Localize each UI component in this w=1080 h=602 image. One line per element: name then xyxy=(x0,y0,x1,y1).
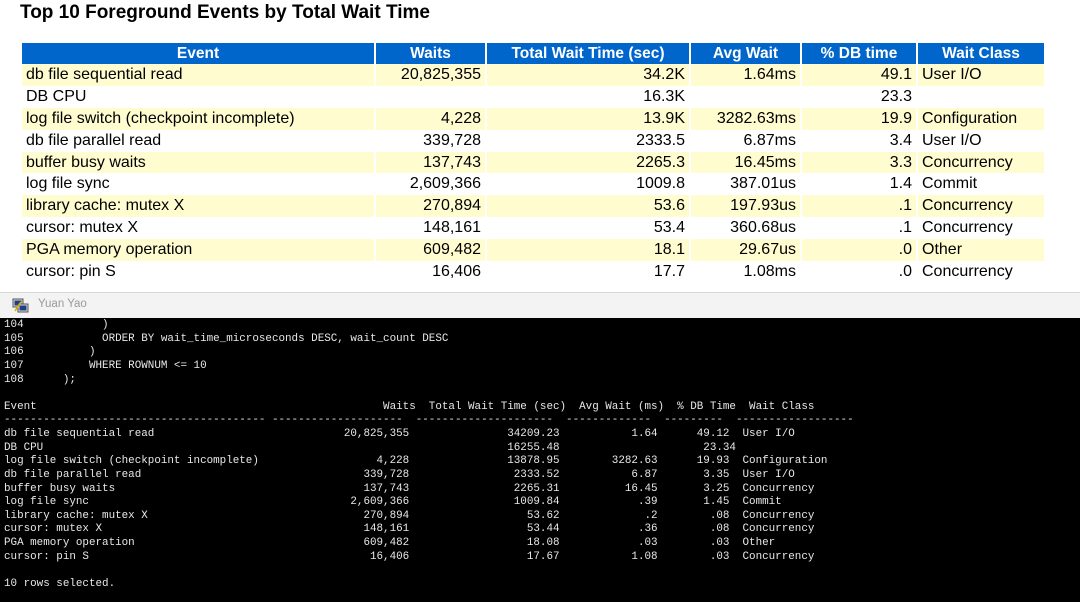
avg-wait-cell: 29.67us xyxy=(691,239,800,262)
putty-terminal-icon xyxy=(12,298,30,314)
event-cell: log file switch (checkpoint incomplete) xyxy=(22,107,374,130)
pct-db-time-cell: 19.9 xyxy=(802,107,916,130)
event-cell: db file sequential read xyxy=(22,64,374,86)
table-row: log file sync 2,609,366 1009.8 387.01us 1.4 C… xyxy=(22,173,1044,196)
event-cell: cursor: pin S xyxy=(22,261,374,283)
wait-class-cell: Concurrency xyxy=(918,151,1044,174)
event-cell: buffer busy waits xyxy=(22,151,374,174)
wait-class-cell: Concurrency xyxy=(918,195,1044,218)
table-row: db file parallel read 339,728 2333.5 6.87ms… xyxy=(22,129,1044,152)
pct-db-time-cell: .0 xyxy=(802,239,916,262)
total-wait-time-cell: 53.4 xyxy=(487,217,689,240)
awr-report-section: Top 10 Foreground Events by Total Wait T… xyxy=(0,0,1080,292)
table-row: buffer busy waits 137,743 2265.3 16.45ms 3.3… xyxy=(22,151,1044,174)
wait-class-cell: Configuration xyxy=(918,107,1044,130)
waits-cell xyxy=(376,85,485,108)
table-row: DB CPU 16.3K 23.3 xyxy=(22,85,1044,108)
avg-wait-cell: 387.01us xyxy=(691,173,800,196)
pct-db-time-cell: .0 xyxy=(802,261,916,283)
waits-cell: 4,228 xyxy=(376,107,485,130)
column-header-wait-class[interactable]: Wait Class xyxy=(918,43,1044,64)
waits-cell: 270,894 xyxy=(376,195,485,218)
waits-cell: 148,161 xyxy=(376,217,485,240)
sqlplus-output-text: 104 ) 105 ORDER BY wait_time_microsecond… xyxy=(4,319,854,590)
event-cell: db file parallel read xyxy=(22,129,374,152)
avg-wait-cell: 1.64ms xyxy=(691,64,800,86)
table-row: cursor: mutex X 148,161 53.4 360.68us .1 Conc… xyxy=(22,217,1044,240)
avg-wait-cell: 1.08ms xyxy=(691,261,800,283)
waits-cell: 20,825,355 xyxy=(376,64,485,86)
pct-db-time-cell: 3.3 xyxy=(802,151,916,174)
waits-cell: 16,406 xyxy=(376,261,485,283)
pct-db-time-cell: 23.3 xyxy=(802,85,916,108)
wait-class-cell xyxy=(918,85,1044,108)
pct-db-time-cell: 1.4 xyxy=(802,173,916,196)
total-wait-time-cell: 34.2K xyxy=(487,64,689,86)
terminal-window-title: Yuan Yao xyxy=(38,298,87,310)
wait-class-cell: Other xyxy=(918,239,1044,262)
avg-wait-cell: 16.45ms xyxy=(691,151,800,174)
event-cell: PGA memory operation xyxy=(22,239,374,262)
event-cell: DB CPU xyxy=(22,85,374,108)
waits-cell: 2,609,366 xyxy=(376,173,485,196)
top-events-table: Event Waits Total Wait Time (sec) Avg Wa… xyxy=(20,43,1046,283)
pct-db-time-cell: 3.4 xyxy=(802,129,916,152)
event-cell: cursor: mutex X xyxy=(22,217,374,240)
wait-class-cell: User I/O xyxy=(918,64,1044,86)
wait-class-cell: Commit xyxy=(918,173,1044,196)
event-cell: log file sync xyxy=(22,173,374,196)
table-row: PGA memory operation 609,482 18.1 29.67us .0… xyxy=(22,239,1044,262)
waits-cell: 609,482 xyxy=(376,239,485,262)
terminal-output[interactable]: 104 ) 105 ORDER BY wait_time_microsecond… xyxy=(0,318,1080,602)
avg-wait-cell: 3282.63ms xyxy=(691,107,800,130)
column-header-event[interactable]: Event xyxy=(22,43,374,64)
total-wait-time-cell: 16.3K xyxy=(487,85,689,108)
wait-class-cell: Concurrency xyxy=(918,261,1044,283)
waits-cell: 137,743 xyxy=(376,151,485,174)
table-row: library cache: mutex X 270,894 53.6 197.93u… xyxy=(22,195,1044,218)
terminal-titlebar[interactable]: Yuan Yao xyxy=(0,292,1080,318)
total-wait-time-cell: 13.9K xyxy=(487,107,689,130)
report-title: Top 10 Foreground Events by Total Wait T… xyxy=(20,2,430,23)
pct-db-time-cell: .1 xyxy=(802,217,916,240)
avg-wait-cell: 197.93us xyxy=(691,195,800,218)
table-body: db file sequential read 20,825,355 34.2K 1.… xyxy=(22,64,1044,283)
total-wait-time-cell: 53.6 xyxy=(487,195,689,218)
column-header-pct-db-time[interactable]: % DB time xyxy=(802,43,916,64)
total-wait-time-cell: 2265.3 xyxy=(487,151,689,174)
column-header-avg-wait[interactable]: Avg Wait xyxy=(691,43,800,64)
table-row: cursor: pin S 16,406 17.7 1.08ms .0 Concurren… xyxy=(22,261,1044,283)
table-header-row: Event Waits Total Wait Time (sec) Avg Wa… xyxy=(22,43,1044,64)
wait-class-cell: Concurrency xyxy=(918,217,1044,240)
avg-wait-cell xyxy=(691,85,800,108)
total-wait-time-cell: 1009.8 xyxy=(487,173,689,196)
total-wait-time-cell: 2333.5 xyxy=(487,129,689,152)
waits-cell: 339,728 xyxy=(376,129,485,152)
table-row: db file sequential read 20,825,355 34.2K 1.… xyxy=(22,64,1044,86)
column-header-waits[interactable]: Waits xyxy=(376,43,485,64)
total-wait-time-cell: 17.7 xyxy=(487,261,689,283)
avg-wait-cell: 6.87ms xyxy=(691,129,800,152)
avg-wait-cell: 360.68us xyxy=(691,217,800,240)
column-header-total-wait-time[interactable]: Total Wait Time (sec) xyxy=(487,43,689,64)
wait-class-cell: User I/O xyxy=(918,129,1044,152)
total-wait-time-cell: 18.1 xyxy=(487,239,689,262)
pct-db-time-cell: 49.1 xyxy=(802,64,916,86)
pct-db-time-cell: .1 xyxy=(802,195,916,218)
event-cell: library cache: mutex X xyxy=(22,195,374,218)
table-row: log file switch (checkpoint incomplete) 4… xyxy=(22,107,1044,130)
